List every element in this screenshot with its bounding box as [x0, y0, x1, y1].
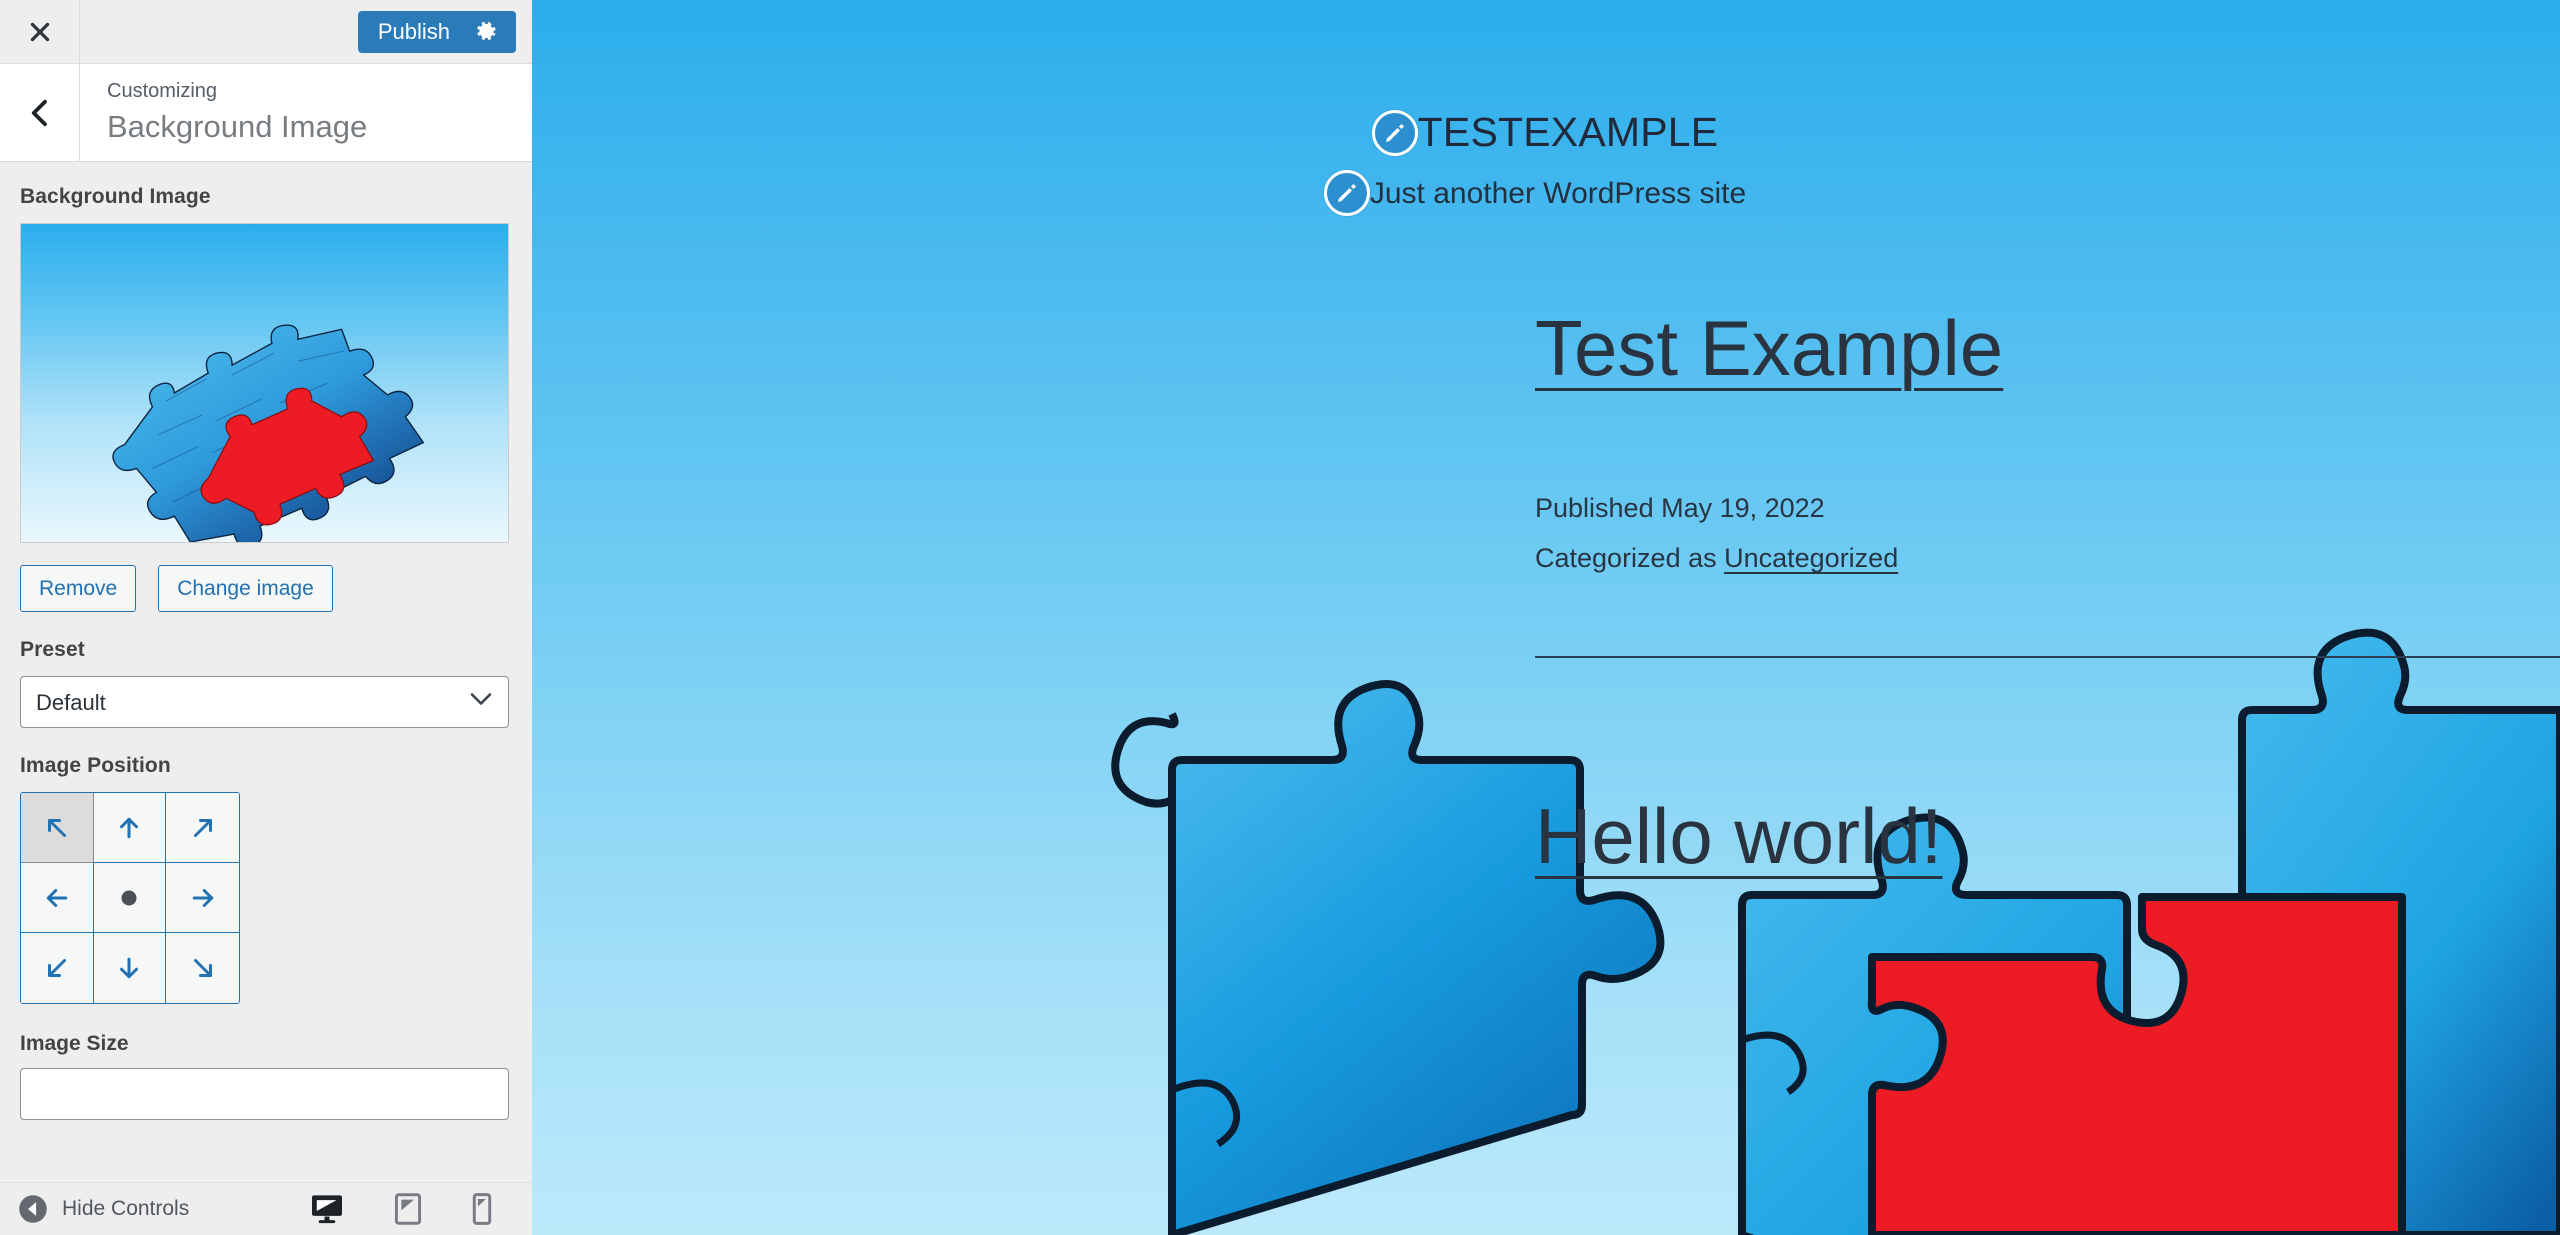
arrow-down-right-icon — [193, 959, 212, 978]
position-button-right-top[interactable] — [166, 793, 239, 864]
desktop-icon — [312, 1195, 342, 1224]
customizer-app: Publish Customizing Background Image Bac… — [0, 0, 2560, 1235]
post-title-link-2[interactable]: Hello world! — [1535, 794, 1942, 878]
pencil-glyph-icon — [1337, 184, 1356, 202]
collapse-left-icon — [19, 1195, 47, 1223]
post-meta: Published May 19, 2022 Categorized as Un… — [1535, 484, 2560, 584]
arrow-right-icon — [192, 888, 213, 907]
category-link[interactable]: Uncategorized — [1724, 543, 1898, 573]
position-button-left-center[interactable] — [21, 863, 94, 934]
image-size-select[interactable] — [20, 1068, 509, 1121]
preset-label: Preset — [20, 638, 85, 662]
controls-pane: Background Image Remove Change image Pre… — [0, 163, 532, 1182]
post-category-line: Categorized as Uncategorized — [1535, 534, 2560, 584]
image-position-grid — [20, 792, 240, 1005]
panel-titles: Customizing Background Image — [80, 64, 367, 161]
background-image-label: Background Image — [20, 185, 211, 208]
position-button-right-bottom[interactable] — [166, 933, 239, 1004]
gear-icon[interactable] — [476, 21, 498, 43]
dot-icon — [121, 890, 137, 906]
close-icon — [30, 22, 49, 41]
chevron-left-icon — [31, 99, 47, 126]
background-image-thumbnail[interactable] — [20, 223, 509, 543]
position-button-center-center[interactable] — [93, 863, 167, 934]
arrow-down-left-icon — [47, 959, 66, 978]
change-image-button[interactable]: Change image — [158, 565, 333, 613]
edit-pencil-icon[interactable] — [1371, 110, 1418, 156]
remove-image-button[interactable]: Remove — [20, 565, 137, 613]
arrow-up-left-icon — [47, 818, 66, 837]
device-button-desktop[interactable] — [310, 1194, 344, 1224]
position-button-right-center[interactable] — [166, 863, 239, 934]
tablet-icon — [394, 1193, 422, 1225]
site-title[interactable]: TESTEXAMPLE — [1418, 110, 1719, 155]
preset-select-wrap: Default — [20, 676, 509, 729]
pencil-glyph-icon — [1385, 124, 1404, 142]
site-tagline-row: Just another WordPress site — [532, 170, 2560, 216]
image-action-buttons: Remove Change image — [20, 565, 512, 613]
post-area: Test Example Published May 19, 2022 Cate… — [532, 216, 2560, 878]
close-customizer-button[interactable] — [0, 0, 80, 63]
site-title-row: TESTEXAMPLE — [532, 110, 2560, 156]
preview-content: TESTEXAMPLE Just another WordPress site … — [532, 0, 2560, 1235]
mobile-icon — [472, 1193, 492, 1225]
position-button-left-top[interactable] — [21, 793, 94, 864]
customizer-footer: Hide Controls — [0, 1182, 532, 1235]
puzzle-pieces-thumbnail-art — [21, 224, 508, 542]
site-tagline[interactable]: Just another WordPress site — [1370, 177, 1746, 210]
edit-pencil-icon[interactable] — [1323, 170, 1370, 216]
image-size-label: Image Size — [20, 1032, 129, 1056]
post-published-date: Published May 19, 2022 — [1535, 493, 1825, 524]
site-preview: TESTEXAMPLE Just another WordPress site … — [532, 0, 2560, 1235]
post-title-link[interactable]: Test Example — [1535, 306, 2003, 390]
site-header: TESTEXAMPLE Just another WordPress site — [532, 0, 2560, 216]
arrow-down-icon — [120, 958, 139, 979]
page-title: Background Image — [107, 108, 368, 144]
publish-button-label: Publish — [377, 18, 450, 44]
arrow-up-right-icon — [193, 818, 212, 837]
categorized-prefix: Categorized as — [1535, 543, 1725, 574]
device-preview-buttons — [310, 1193, 518, 1225]
customizer-topbar: Publish — [0, 0, 532, 64]
arrow-left-icon — [46, 888, 68, 907]
arrow-up-icon — [120, 817, 139, 839]
hide-controls-button[interactable]: Hide Controls — [18, 1194, 189, 1224]
position-button-center-top[interactable] — [93, 793, 167, 864]
image-position-label: Image Position — [20, 754, 171, 778]
preset-select[interactable]: Default — [20, 676, 509, 729]
post-divider — [1535, 656, 2560, 659]
breadcrumb: Customizing — [107, 79, 218, 102]
device-button-mobile[interactable] — [472, 1193, 492, 1225]
customizer-sidebar: Publish Customizing Background Image Bac… — [0, 0, 532, 1235]
device-button-tablet[interactable] — [394, 1193, 422, 1225]
back-button[interactable] — [0, 64, 80, 161]
hide-controls-label: Hide Controls — [62, 1197, 190, 1220]
position-button-center-bottom[interactable] — [93, 933, 167, 1004]
publish-button[interactable]: Publish — [357, 10, 516, 53]
position-button-left-bottom[interactable] — [21, 933, 94, 1004]
panel-header: Customizing Background Image — [0, 64, 532, 162]
publish-area: Publish — [357, 0, 532, 63]
